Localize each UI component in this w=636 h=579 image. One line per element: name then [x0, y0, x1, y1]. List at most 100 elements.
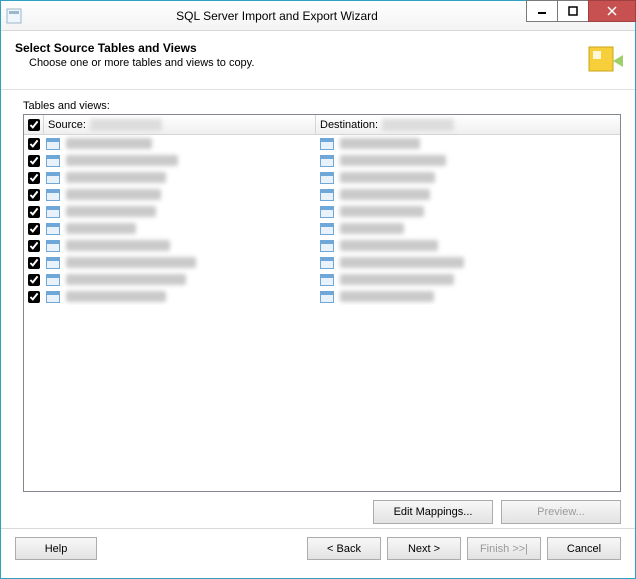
- table-icon: [320, 155, 334, 167]
- app-icon: [1, 8, 27, 24]
- row-destination-cell[interactable]: [316, 240, 620, 252]
- row-checkbox-cell[interactable]: [24, 206, 44, 218]
- row-checkbox-cell[interactable]: [24, 189, 44, 201]
- minimize-button[interactable]: [526, 0, 558, 22]
- cancel-button[interactable]: Cancel: [547, 537, 621, 560]
- source-table-name-redacted: [66, 155, 178, 166]
- row-checkbox-cell[interactable]: [24, 138, 44, 150]
- preview-button[interactable]: Preview...: [501, 500, 621, 524]
- row-checkbox-cell[interactable]: [24, 274, 44, 286]
- table-row[interactable]: [24, 186, 620, 203]
- destination-table-name-redacted: [340, 155, 446, 166]
- row-checkbox-cell[interactable]: [24, 223, 44, 235]
- row-source-cell[interactable]: [44, 155, 316, 167]
- destination-table-name-redacted: [340, 257, 464, 268]
- row-source-cell[interactable]: [44, 274, 316, 286]
- destination-table-name-redacted: [340, 189, 430, 200]
- source-table-name-redacted: [66, 206, 156, 217]
- row-checkbox-cell[interactable]: [24, 172, 44, 184]
- row-source-cell[interactable]: [44, 257, 316, 269]
- table-row[interactable]: [24, 220, 620, 237]
- row-destination-cell[interactable]: [316, 206, 620, 218]
- row-checkbox[interactable]: [28, 223, 40, 235]
- help-button[interactable]: Help: [15, 537, 97, 560]
- table-row[interactable]: [24, 271, 620, 288]
- row-source-cell[interactable]: [44, 223, 316, 235]
- table-row[interactable]: [24, 152, 620, 169]
- row-checkbox[interactable]: [28, 138, 40, 150]
- row-checkbox[interactable]: [28, 240, 40, 252]
- edit-mappings-button[interactable]: Edit Mappings...: [373, 500, 493, 524]
- row-source-cell[interactable]: [44, 240, 316, 252]
- row-source-cell[interactable]: [44, 206, 316, 218]
- row-source-cell[interactable]: [44, 138, 316, 150]
- column-header-source[interactable]: Source:: [44, 115, 316, 134]
- row-checkbox-cell[interactable]: [24, 291, 44, 303]
- table-row[interactable]: [24, 135, 620, 152]
- window-controls: [527, 0, 636, 22]
- row-source-cell[interactable]: [44, 189, 316, 201]
- destination-table-name-redacted: [340, 291, 434, 302]
- table-icon: [46, 138, 60, 150]
- row-checkbox[interactable]: [28, 172, 40, 184]
- close-button[interactable]: [588, 0, 636, 22]
- row-checkbox[interactable]: [28, 274, 40, 286]
- row-source-cell[interactable]: [44, 291, 316, 303]
- row-checkbox[interactable]: [28, 257, 40, 269]
- table-row[interactable]: [24, 169, 620, 186]
- table-row[interactable]: [24, 203, 620, 220]
- row-destination-cell[interactable]: [316, 189, 620, 201]
- row-destination-cell[interactable]: [316, 291, 620, 303]
- table-icon: [320, 172, 334, 184]
- destination-name-redacted: [382, 119, 454, 131]
- destination-table-name-redacted: [340, 206, 424, 217]
- back-button[interactable]: < Back: [307, 537, 381, 560]
- row-checkbox[interactable]: [28, 155, 40, 167]
- grid-header: Source: Destination:: [24, 115, 620, 135]
- table-row[interactable]: [24, 254, 620, 271]
- next-button[interactable]: Next >: [387, 537, 461, 560]
- table-icon: [320, 223, 334, 235]
- table-icon: [46, 223, 60, 235]
- table-icon: [46, 189, 60, 201]
- select-all-checkbox[interactable]: [28, 119, 40, 131]
- finish-button[interactable]: Finish >>|: [467, 537, 541, 560]
- row-destination-cell[interactable]: [316, 138, 620, 150]
- wizard-header: Select Source Tables and Views Choose on…: [1, 31, 635, 90]
- table-icon: [46, 240, 60, 252]
- table-icon: [46, 274, 60, 286]
- column-header-destination[interactable]: Destination:: [316, 115, 620, 134]
- source-table-name-redacted: [66, 257, 196, 268]
- source-table-name-redacted: [66, 223, 136, 234]
- grid-action-buttons: Edit Mappings... Preview...: [1, 492, 635, 528]
- row-checkbox[interactable]: [28, 206, 40, 218]
- tables-grid[interactable]: Source: Destination:: [23, 114, 621, 492]
- row-checkbox-cell[interactable]: [24, 257, 44, 269]
- row-destination-cell[interactable]: [316, 223, 620, 235]
- destination-table-name-redacted: [340, 223, 404, 234]
- maximize-button[interactable]: [557, 0, 589, 22]
- content-area: Tables and views: Source: Destination:: [1, 90, 635, 492]
- row-destination-cell[interactable]: [316, 155, 620, 167]
- row-source-cell[interactable]: [44, 172, 316, 184]
- row-checkbox-cell[interactable]: [24, 240, 44, 252]
- table-row[interactable]: [24, 237, 620, 254]
- row-destination-cell[interactable]: [316, 274, 620, 286]
- row-checkbox[interactable]: [28, 291, 40, 303]
- source-table-name-redacted: [66, 189, 161, 200]
- table-icon: [46, 155, 60, 167]
- row-checkbox[interactable]: [28, 189, 40, 201]
- grid-label: Tables and views:: [23, 100, 621, 112]
- source-table-name-redacted: [66, 274, 186, 285]
- table-row[interactable]: [24, 288, 620, 305]
- table-icon: [320, 274, 334, 286]
- table-icon: [46, 172, 60, 184]
- row-checkbox-cell[interactable]: [24, 155, 44, 167]
- table-icon: [320, 189, 334, 201]
- wizard-footer: Help < Back Next > Finish >>| Cancel: [1, 528, 635, 568]
- row-destination-cell[interactable]: [316, 172, 620, 184]
- page-subheading: Choose one or more tables and views to c…: [29, 57, 254, 69]
- header-checkbox-cell[interactable]: [24, 115, 44, 134]
- row-destination-cell[interactable]: [316, 257, 620, 269]
- destination-table-name-redacted: [340, 138, 420, 149]
